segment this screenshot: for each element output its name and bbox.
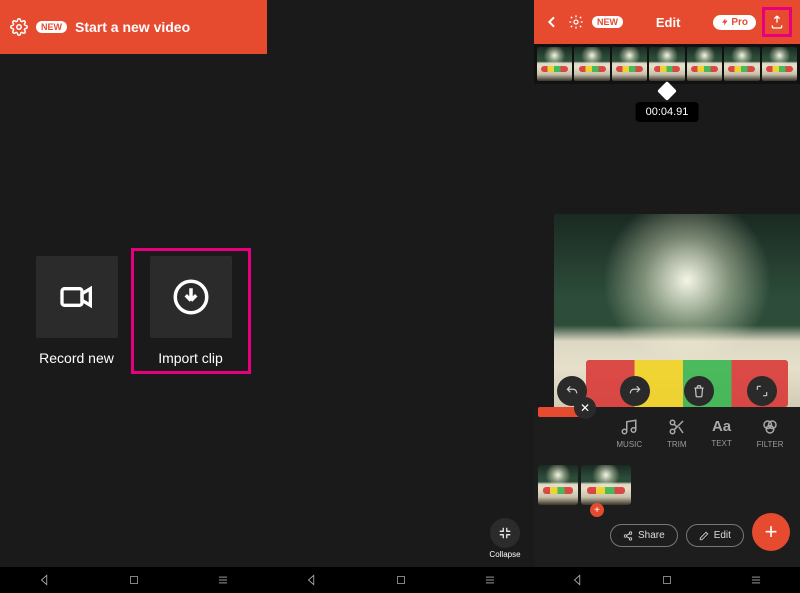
record-new-button[interactable]: Record new xyxy=(25,256,129,366)
timeline-thumb[interactable] xyxy=(762,47,797,81)
close-icon: ✕ xyxy=(580,401,590,415)
record-new-label: Record new xyxy=(39,350,114,366)
plus-icon: + xyxy=(765,519,778,545)
timeline-thumb[interactable] xyxy=(649,47,684,81)
left-body: Record new Import clip xyxy=(0,54,267,567)
share-button[interactable]: Share xyxy=(610,524,678,547)
left-header: NEW Start a new video xyxy=(0,0,267,54)
filter-icon xyxy=(761,418,779,436)
export-button[interactable] xyxy=(764,9,790,35)
tab-text-label: TEXT xyxy=(711,439,731,448)
start-video-title: Start a new video xyxy=(75,19,190,35)
music-icon xyxy=(620,418,638,436)
pro-button[interactable]: Pro xyxy=(713,15,756,30)
timestamp-badge: 00:04.91 xyxy=(636,102,699,122)
android-navbar xyxy=(0,567,267,593)
tab-filter[interactable]: FILTER xyxy=(757,418,784,449)
timeline-thumb[interactable] xyxy=(537,47,572,81)
timeline-thumb[interactable] xyxy=(574,47,609,81)
tab-music-label: MUSIC xyxy=(616,440,642,449)
android-navbar xyxy=(267,567,534,593)
nav-home-icon[interactable] xyxy=(660,573,674,587)
share-label: Share xyxy=(638,530,665,541)
close-panel-button[interactable]: ✕ xyxy=(574,397,596,419)
trash-icon xyxy=(692,384,706,398)
edit-button[interactable]: Edit xyxy=(686,524,744,547)
expand-icon xyxy=(755,384,769,398)
add-fab-button[interactable]: + xyxy=(752,513,790,551)
nav-recent-icon[interactable] xyxy=(216,573,230,587)
timeline-strip[interactable] xyxy=(534,44,800,84)
nav-home-icon[interactable] xyxy=(127,573,141,587)
edit-title: Edit xyxy=(656,15,681,30)
start-screen: NEW Start a new video Record new xyxy=(0,0,267,593)
new-badge: NEW xyxy=(592,16,623,28)
editor-bottom-panel: ✕ MUSIC TRIM Aa TEXT FILTER xyxy=(534,407,800,567)
timeline-thumb[interactable] xyxy=(687,47,722,81)
text-icon: Aa xyxy=(712,418,731,435)
collapse-icon xyxy=(498,526,512,540)
tab-trim[interactable]: TRIM xyxy=(667,418,687,449)
edit-label: Edit xyxy=(714,530,731,541)
android-navbar xyxy=(534,567,800,593)
nav-home-icon[interactable] xyxy=(394,573,408,587)
collapse-button[interactable]: Collapse xyxy=(484,518,526,559)
preview-screen: Collapse xyxy=(267,0,534,593)
undo-icon xyxy=(565,384,579,398)
timeline-thumb[interactable] xyxy=(612,47,647,81)
collapse-label: Collapse xyxy=(489,550,520,559)
clip-thumb[interactable] xyxy=(581,465,631,505)
camera-icon xyxy=(57,277,97,317)
tab-text[interactable]: Aa TEXT xyxy=(711,418,731,448)
gear-icon[interactable] xyxy=(568,14,584,30)
timeline-thumb[interactable] xyxy=(724,47,759,81)
right-header: NEW Edit Pro xyxy=(534,0,800,44)
tab-music[interactable]: MUSIC xyxy=(616,418,642,449)
nav-back-icon[interactable] xyxy=(305,573,319,587)
clip-thumb[interactable] xyxy=(538,465,578,505)
tab-trim-label: TRIM xyxy=(667,440,687,449)
back-chevron-icon[interactable] xyxy=(544,14,560,30)
gear-icon[interactable] xyxy=(10,18,28,36)
nav-recent-icon[interactable] xyxy=(749,573,763,587)
nav-back-icon[interactable] xyxy=(571,573,585,587)
scissors-icon xyxy=(668,418,686,436)
tab-filter-label: FILTER xyxy=(757,440,784,449)
import-clip-label: Import clip xyxy=(158,350,223,366)
playhead-icon[interactable] xyxy=(657,81,677,101)
nav-back-icon[interactable] xyxy=(38,573,52,587)
share-icon xyxy=(623,531,633,541)
new-badge: NEW xyxy=(36,21,67,33)
redo-icon xyxy=(628,384,642,398)
add-clip-button[interactable]: + xyxy=(590,503,604,517)
import-clip-button[interactable]: Import clip xyxy=(139,256,243,366)
pencil-icon xyxy=(699,531,709,541)
edit-screen: NEW Edit Pro 00:04.91 xyxy=(534,0,800,593)
download-circle-icon xyxy=(170,276,212,318)
pro-label: Pro xyxy=(731,17,748,28)
nav-recent-icon[interactable] xyxy=(483,573,497,587)
